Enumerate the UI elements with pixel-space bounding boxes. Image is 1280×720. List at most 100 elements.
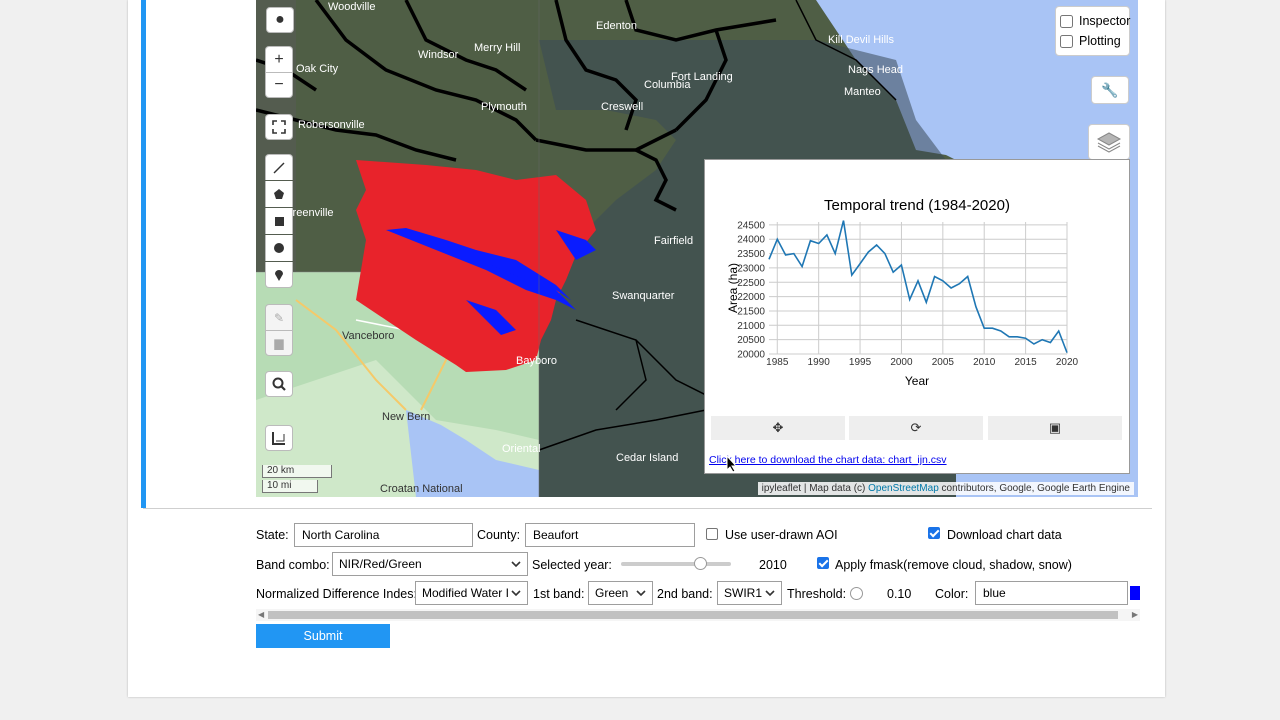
threshold-label: Threshold:: [787, 587, 847, 601]
chevron-down-icon: [511, 590, 521, 597]
map-label: Vanceboro: [342, 330, 394, 342]
threshold-slider-handle[interactable]: [850, 587, 863, 600]
band1-label: 1st band:: [533, 587, 585, 601]
county-input[interactable]: Beaufort: [525, 523, 695, 547]
map-label: Robersonville: [298, 119, 365, 131]
state-input[interactable]: North Carolina: [294, 523, 473, 547]
trash-icon: ▆: [274, 336, 284, 350]
globe-button[interactable]: ●: [266, 7, 294, 33]
edit-icon: ✎: [273, 310, 285, 325]
measure-button[interactable]: [265, 425, 293, 451]
band1-value: Green: [595, 586, 629, 600]
map-label: Croatan National: [380, 483, 463, 495]
download-chart-link[interactable]: Click here to download the chart data: c…: [709, 454, 947, 466]
plotting-checkbox[interactable]: [1060, 34, 1073, 48]
scroll-right-icon[interactable]: ▶: [1132, 609, 1138, 621]
band2-select[interactable]: SWIR1: [717, 581, 782, 605]
year-slider[interactable]: [621, 562, 731, 566]
polyline-icon: [273, 162, 285, 173]
map-label: Cedar Island: [616, 452, 678, 464]
download-chart-checkbox[interactable]: [928, 527, 940, 539]
map-label: Kill Devil Hills: [828, 34, 895, 46]
scale-km: 20 km: [262, 465, 332, 478]
y-tick-label: 21500: [737, 306, 765, 317]
chart-pan-button[interactable]: ✥: [711, 416, 845, 440]
attribution-text: ipyleaflet | Map data (c): [761, 483, 869, 494]
ndi-value: Modified Water I: [422, 586, 509, 600]
y-tick-label: 21000: [737, 321, 765, 332]
inspector-toggle[interactable]: Inspector: [1058, 11, 1131, 31]
refresh-icon: ⟳: [910, 420, 922, 435]
inspector-checkbox[interactable]: [1060, 14, 1073, 28]
draw-circle-button[interactable]: [265, 235, 293, 261]
plotting-toggle[interactable]: Plotting: [1058, 31, 1129, 51]
inspector-label: Inspector: [1079, 14, 1131, 28]
inspector-plotting-panel: Inspector Plotting: [1055, 6, 1130, 56]
x-tick-label: 1995: [849, 357, 872, 368]
draw-polyline-button[interactable]: [265, 154, 293, 180]
map-label: Manteo: [844, 86, 881, 98]
globe-icon: ●: [275, 11, 285, 28]
chart-save-button[interactable]: ▣: [988, 416, 1122, 440]
map-label: Fairfield: [654, 235, 693, 247]
draw-marker-button[interactable]: [265, 262, 293, 288]
scrollbar-thumb[interactable]: [268, 611, 1118, 619]
aoi-checkbox[interactable]: [706, 528, 718, 540]
threshold-value: 0.10: [887, 587, 912, 601]
map-label: Plymouth: [481, 101, 527, 113]
y-tick-label: 20500: [737, 335, 765, 346]
chevron-down-icon: [765, 590, 775, 597]
chevron-down-icon: [511, 561, 521, 568]
color-label: Color:: [935, 587, 969, 601]
draw-polygon-button[interactable]: [265, 181, 293, 207]
edit-layers-button[interactable]: ✎: [265, 304, 293, 330]
band-combo-select[interactable]: NIR/Red/Green: [332, 552, 528, 576]
x-tick-label: 2010: [973, 357, 996, 368]
output-accent-bar: [141, 0, 146, 508]
aoi-label: Use user-drawn AOI: [725, 528, 838, 542]
band2-label: 2nd band:: [657, 587, 713, 601]
map-label: Swanquarter: [612, 290, 675, 302]
horizontal-scrollbar[interactable]: ◀ ▶: [256, 609, 1140, 621]
county-label: County:: [477, 528, 521, 542]
attribution-tail: contributors, Google, Google Earth Engin…: [938, 483, 1130, 494]
map-label: Edenton: [596, 20, 637, 32]
map-label: Fort Landing: [671, 71, 733, 83]
layer-control-button[interactable]: [1088, 124, 1130, 160]
ndi-select[interactable]: Modified Water I: [415, 581, 528, 605]
chevron-down-icon: [636, 590, 646, 597]
x-axis-label: Year: [905, 374, 929, 388]
map-label: Creswell: [601, 101, 643, 113]
polygon-icon: [274, 189, 284, 199]
toolbar-button[interactable]: 🔧: [1091, 76, 1129, 104]
pan-icon: ✥: [772, 420, 784, 435]
map-label: New Bern: [382, 411, 430, 423]
x-tick-label: 1985: [766, 357, 789, 368]
map-label: Oak City: [296, 63, 339, 75]
color-swatch[interactable]: [1130, 586, 1140, 600]
fullscreen-icon: [272, 120, 286, 134]
chart-refresh-button[interactable]: ⟳: [849, 416, 983, 440]
year-label: Selected year:: [532, 558, 612, 572]
zoom-out-button[interactable]: −: [265, 72, 293, 98]
fmask-checkbox[interactable]: [817, 557, 829, 569]
search-button[interactable]: [265, 371, 293, 397]
search-icon: [272, 377, 286, 391]
download-chart-label: Download chart data: [947, 528, 1062, 542]
zoom-in-button[interactable]: +: [265, 46, 293, 72]
y-tick-label: 23500: [737, 249, 765, 260]
color-input[interactable]: blue: [975, 581, 1128, 605]
scale-mi: 10 mi: [262, 480, 318, 493]
map-label: Bayboro: [516, 355, 557, 367]
delete-layers-button[interactable]: ▆: [265, 330, 293, 356]
openstreetmap-link[interactable]: OpenStreetMap: [868, 483, 939, 494]
scroll-left-icon[interactable]: ◀: [258, 609, 264, 621]
fullscreen-button[interactable]: [265, 114, 293, 140]
band1-select[interactable]: Green: [588, 581, 653, 605]
mouse-cursor-icon: [726, 455, 738, 473]
x-tick-label: 2005: [932, 357, 955, 368]
ndi-label: Normalized Difference Indes:: [256, 587, 417, 601]
submit-button[interactable]: Submit: [256, 624, 390, 648]
map-label: Woodville: [328, 1, 376, 13]
draw-rectangle-button[interactable]: [265, 208, 293, 234]
